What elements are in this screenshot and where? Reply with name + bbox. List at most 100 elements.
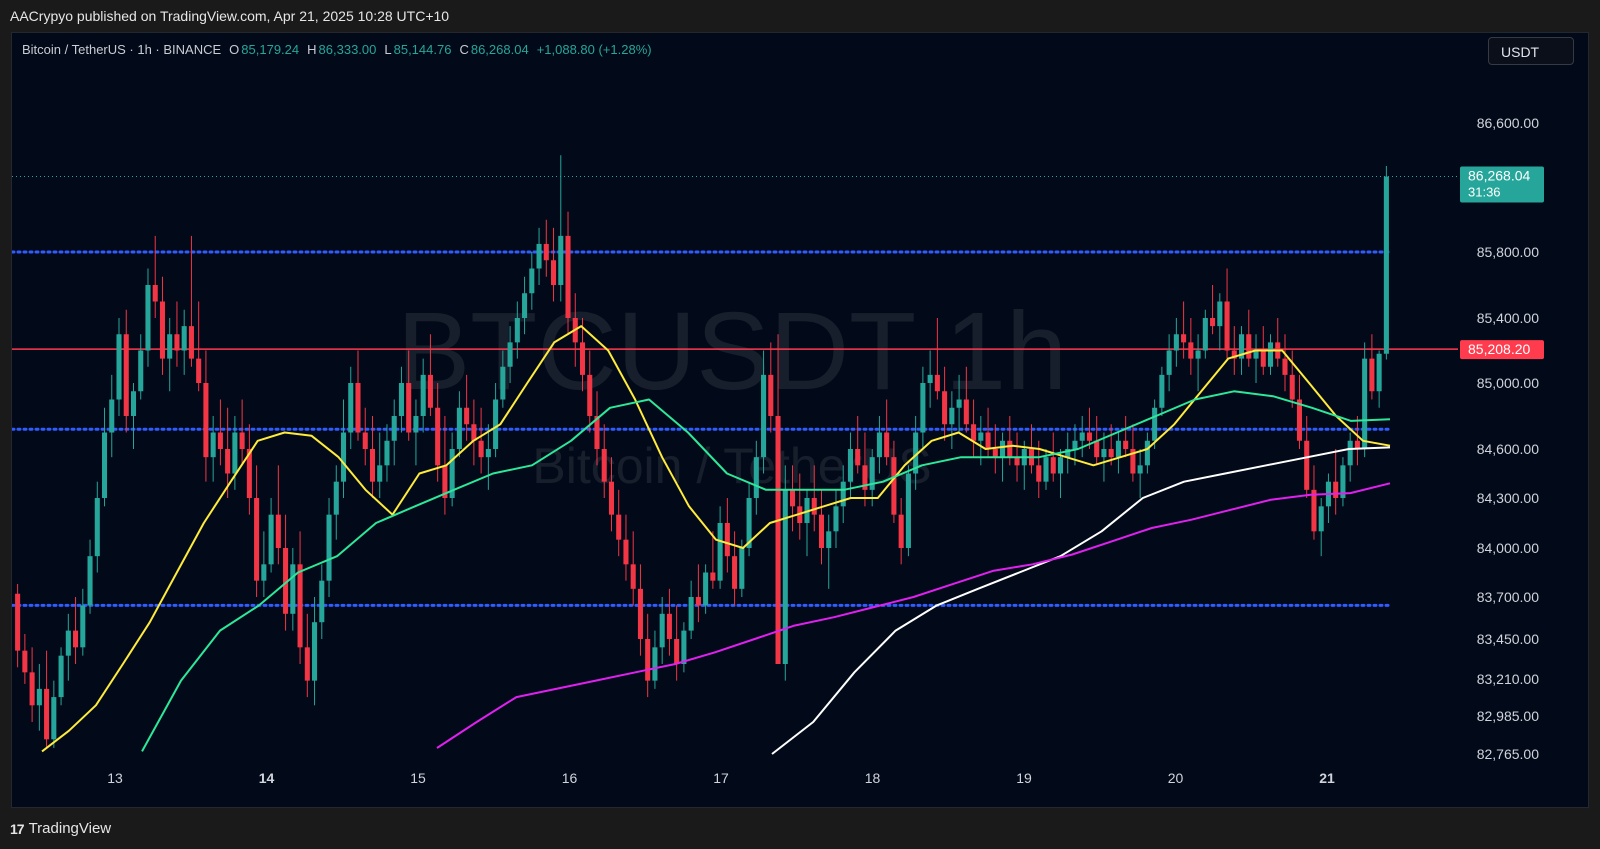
candle-body[interactable] [768,374,774,416]
candle-body[interactable] [876,432,882,458]
candle-body[interactable] [623,539,629,565]
candle-body[interactable] [847,449,853,482]
candle-body[interactable] [782,489,788,664]
candle-body[interactable] [1050,457,1056,474]
candle-body[interactable] [703,572,709,606]
candle-body[interactable] [290,564,296,614]
candle-body[interactable] [761,374,767,458]
candle-body[interactable] [478,440,484,458]
moving-average-line-3[interactable] [436,482,1391,749]
candle-body[interactable] [326,514,332,581]
candle-body[interactable] [934,374,940,392]
candle-body[interactable] [312,622,318,681]
candle-body[interactable] [710,572,716,581]
candle-body[interactable] [239,432,245,450]
candle-body[interactable] [348,383,354,433]
candle-body[interactable] [992,449,998,458]
candle-body[interactable] [87,556,93,606]
candle-body[interactable] [1282,358,1288,375]
candle-body[interactable] [1173,334,1179,351]
candle-body[interactable] [543,243,549,261]
candle-body[interactable] [94,498,100,557]
candle-body[interactable] [167,334,173,359]
candle-body[interactable] [1304,440,1310,490]
candle-body[interactable] [732,556,738,589]
candle-body[interactable] [1007,440,1013,458]
candle-body[interactable] [1376,353,1382,392]
candle-body[interactable] [507,342,513,367]
candle-body[interactable] [1043,457,1049,482]
candle-body[interactable] [840,481,846,507]
candle-body[interactable] [362,432,368,450]
candle-body[interactable] [1014,457,1020,466]
candle-body[interactable] [1289,374,1295,400]
candle-body[interactable] [1311,489,1317,532]
candle-body[interactable] [377,465,383,482]
candle-body[interactable] [493,399,499,450]
candle-body[interactable] [1101,449,1107,458]
candle-body[interactable] [116,334,122,400]
candle-body[interactable] [58,655,64,698]
candle-body[interactable] [1000,440,1006,458]
candle-body[interactable] [464,407,470,425]
candle-body[interactable] [369,449,376,482]
candle-body[interactable] [427,374,433,408]
candle-body[interactable] [44,688,50,740]
candle-body[interactable] [268,514,274,565]
candle-body[interactable] [1079,432,1085,441]
candle-body[interactable] [1188,342,1194,359]
price-chart[interactable]: BTCUSDT 1h Bitcoin / TetherUS 86,600.008… [12,33,1589,808]
candle-body[interactable] [1246,334,1252,359]
candle-body[interactable] [1159,374,1165,408]
candle-body[interactable] [978,432,984,441]
candle-body[interactable] [645,639,651,681]
candle-body[interactable] [1152,407,1158,441]
candle-body[interactable] [261,564,267,581]
candle-body[interactable] [333,481,339,515]
candle-body[interactable] [196,358,202,383]
candle-body[interactable] [1123,440,1129,449]
candle-body[interactable] [905,473,911,549]
candle-body[interactable] [898,514,904,548]
candle-body[interactable] [637,588,643,639]
candle-body[interactable] [616,514,622,540]
candle-body[interactable] [630,564,636,589]
candle-body[interactable] [254,498,260,581]
candle-body[interactable] [413,416,419,433]
candle-body[interactable] [391,416,397,441]
candle-body[interactable] [51,697,57,740]
candle-body[interactable] [29,672,35,706]
candle-body[interactable] [232,432,238,474]
candle-body[interactable] [80,605,86,648]
currency-button[interactable]: USDT [1488,37,1574,65]
candle-body[interactable] [753,457,759,498]
candle-body[interactable] [514,318,520,343]
candle-body[interactable] [818,514,825,548]
candle-body[interactable] [145,285,151,351]
candle-body[interactable] [985,432,991,450]
candle-body[interactable] [811,498,817,515]
candle-body[interactable] [181,326,187,351]
candle-body[interactable] [210,432,216,458]
candle-body[interactable] [1202,318,1208,351]
candle-body[interactable] [130,391,137,416]
candle-body[interactable] [340,432,347,482]
candle-body[interactable] [123,334,129,416]
candle-body[interactable] [1108,449,1114,458]
candle-body[interactable] [724,523,730,557]
candle-body[interactable] [159,301,165,359]
candle-body[interactable] [109,399,115,433]
candle-body[interactable] [406,383,412,433]
candle-body[interactable] [101,432,108,499]
candle-body[interactable] [225,449,231,474]
candle-body[interactable] [659,613,665,648]
candle-body[interactable] [739,548,745,589]
candle-body[interactable] [500,366,506,400]
candle-body[interactable] [398,383,404,416]
candle-body[interactable] [1086,432,1092,441]
candle-body[interactable] [674,639,680,664]
candle-body[interactable] [833,506,839,532]
candle-body[interactable] [681,630,687,664]
chart-area[interactable]: BTCUSDT 1h Bitcoin / TetherUS 86,600.00 8… [11,32,1589,808]
candle-body[interactable] [652,647,658,681]
